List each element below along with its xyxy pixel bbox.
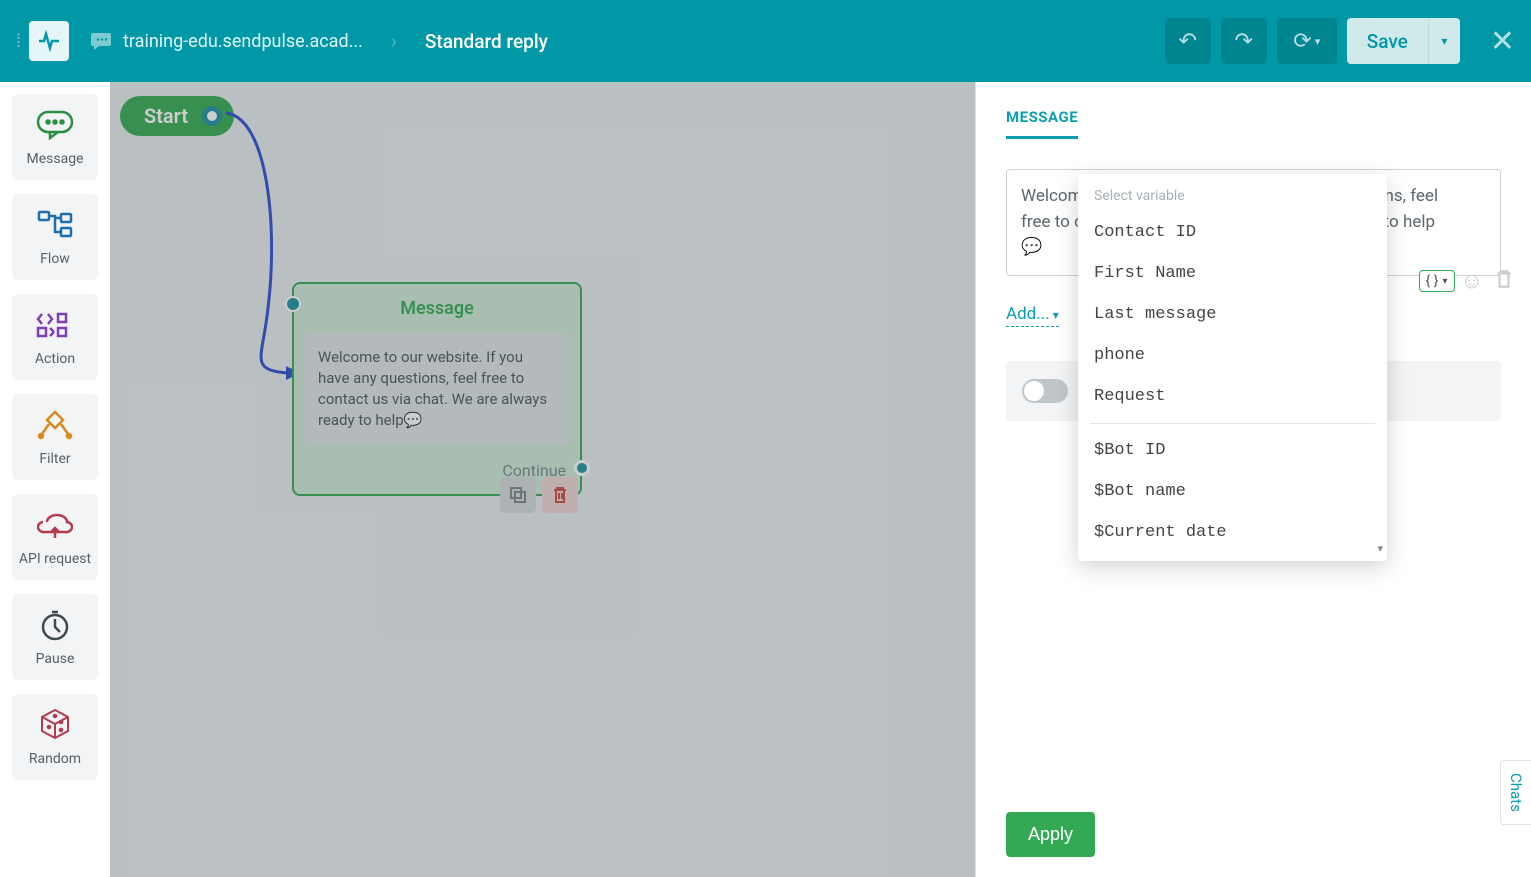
- flow-title: Standard reply: [425, 30, 548, 53]
- sidebar-item-filter[interactable]: Filter: [12, 394, 98, 480]
- sidebar-item-flow[interactable]: Flow: [12, 194, 98, 280]
- variable-option[interactable]: phone: [1078, 335, 1387, 376]
- drag-grip-icon: ⁞: [16, 31, 21, 52]
- breadcrumb-text: training-edu.sendpulse.acad...: [123, 31, 363, 52]
- start-label: Start: [144, 104, 188, 128]
- save-dropdown[interactable]: ▾: [1428, 18, 1460, 64]
- element-sidebar: Message Flow Action Filter API request P…: [0, 82, 110, 877]
- variable-option[interactable]: First Name: [1078, 253, 1387, 294]
- panel-section-title: MESSAGE: [1006, 108, 1078, 139]
- breadcrumb[interactable]: training-edu.sendpulse.acad...: [89, 29, 363, 53]
- sidebar-item-random[interactable]: Random: [12, 694, 98, 780]
- insert-variable-button[interactable]: { } ▾: [1419, 270, 1455, 292]
- save-button[interactable]: Save: [1347, 18, 1428, 64]
- start-node[interactable]: Start: [120, 96, 234, 136]
- flow-canvas[interactable]: Start Message Welcome to our website. If…: [110, 82, 975, 877]
- node-output-port[interactable]: [574, 460, 590, 476]
- top-bar: ⁞ training-edu.sendpulse.acad... › Stand…: [0, 0, 1531, 82]
- message-icon: [36, 107, 74, 143]
- message-node-body: Welcome to our website. If you have any …: [304, 333, 570, 445]
- sidebar-item-label: Action: [35, 351, 75, 367]
- duplicate-node-button[interactable]: [500, 477, 536, 513]
- redo-button[interactable]: ↷: [1221, 18, 1267, 64]
- sidebar-item-label: Pause: [36, 651, 75, 667]
- flow-icon: [37, 207, 73, 243]
- chats-side-tab[interactable]: Chats: [1500, 760, 1531, 825]
- sidebar-item-label: Random: [29, 751, 81, 767]
- sidebar-item-label: Flow: [40, 251, 70, 267]
- variable-option[interactable]: Request: [1078, 376, 1387, 417]
- sidebar-item-label: Filter: [39, 451, 70, 467]
- delete-node-button[interactable]: [542, 477, 578, 513]
- delete-block-icon[interactable]: [1495, 269, 1513, 294]
- sidebar-item-message[interactable]: Message: [12, 94, 98, 180]
- sidebar-item-api-request[interactable]: API request: [12, 494, 98, 580]
- message-node[interactable]: Message Welcome to our website. If you h…: [292, 282, 582, 496]
- history-button[interactable]: ⟳ ▾: [1277, 18, 1337, 64]
- undo-button[interactable]: ↶: [1165, 18, 1211, 64]
- filter-icon: [35, 407, 75, 443]
- pause-icon: [39, 607, 71, 643]
- scroll-indicator-icon: ▾: [1377, 542, 1383, 555]
- breadcrumb-chevron-icon: ›: [391, 29, 397, 53]
- close-button[interactable]: ✕: [1490, 24, 1515, 59]
- emoji-button[interactable]: ☺: [1461, 268, 1483, 294]
- start-port-icon: [202, 106, 222, 126]
- action-icon: [36, 307, 74, 343]
- sidebar-item-action[interactable]: Action: [12, 294, 98, 380]
- variable-option[interactable]: $Bot name: [1078, 471, 1387, 512]
- api-icon: [37, 507, 73, 543]
- variable-option[interactable]: $Bot ID: [1078, 430, 1387, 471]
- variable-option[interactable]: $Current date: [1078, 512, 1387, 553]
- sidebar-item-label: Message: [27, 151, 84, 167]
- random-icon: [38, 707, 72, 743]
- wait-toggle[interactable]: [1022, 379, 1068, 403]
- variable-option[interactable]: Last message: [1078, 294, 1387, 335]
- app-logo[interactable]: [29, 21, 69, 61]
- variable-dropdown: Select variable Contact ID First Name La…: [1078, 174, 1387, 561]
- message-node-title: Message: [294, 284, 580, 329]
- add-element-dropdown[interactable]: Add...: [1006, 304, 1059, 327]
- sidebar-item-pause[interactable]: Pause: [12, 594, 98, 680]
- variable-option[interactable]: Contact ID: [1078, 212, 1387, 253]
- apply-button[interactable]: Apply: [1006, 812, 1095, 857]
- node-input-port[interactable]: [285, 296, 301, 312]
- sidebar-item-label: API request: [19, 551, 91, 567]
- variable-dropdown-header: Select variable: [1078, 174, 1387, 212]
